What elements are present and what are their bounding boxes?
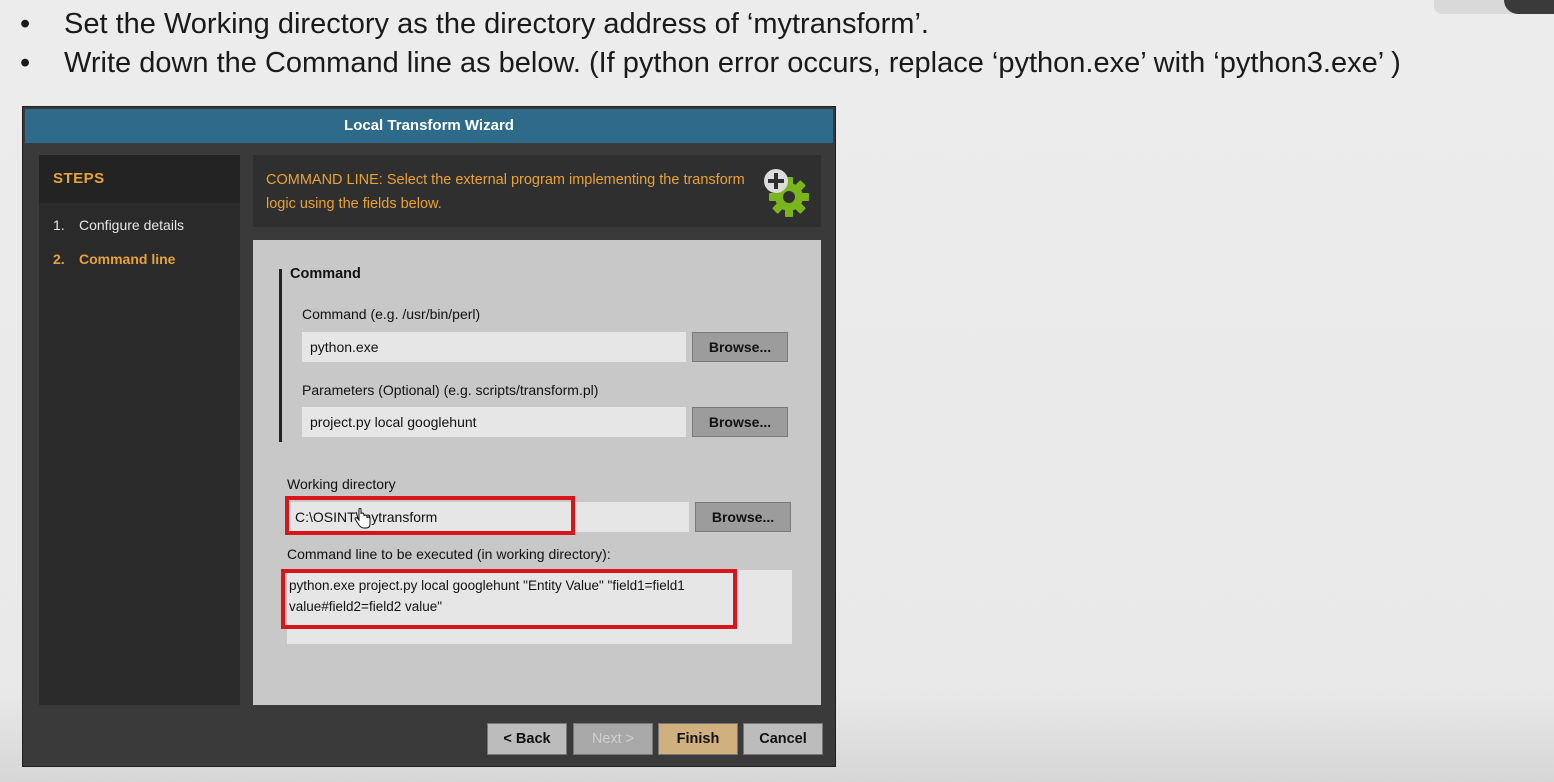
command-label: Command (e.g. /usr/bin/perl) [302, 306, 481, 322]
bullet-1: • Set the Working directory as the direc… [20, 6, 1554, 45]
command-input[interactable]: python.exe [302, 332, 686, 362]
header-description: COMMAND LINE: Select the external progra… [266, 172, 745, 212]
step-number: 1. [53, 217, 65, 233]
step-number: 2. [53, 251, 65, 267]
back-button[interactable]: < Back [487, 723, 567, 755]
step-command-line[interactable]: 2. Command line [53, 251, 175, 267]
parameters-browse-button[interactable]: Browse... [692, 407, 788, 437]
local-transform-wizard: Local Transform Wizard STEPS 1. Configure… [22, 106, 836, 767]
exec-command-label: Command line to be executed (in working … [287, 546, 611, 562]
command-browse-button[interactable]: Browse... [692, 332, 788, 362]
slide-bullets: • Set the Working directory as the direc… [20, 6, 1554, 84]
hand-cursor-icon [353, 507, 373, 530]
command-panel: Command Command (e.g. /usr/bin/perl) pyt… [253, 240, 821, 705]
parameters-label: Parameters (Optional) (e.g. scripts/tran… [302, 382, 599, 398]
command-line-header: COMMAND LINE: Select the external progra… [253, 155, 821, 227]
bullet-text: Set the Working directory as the directo… [64, 8, 929, 40]
step-configure-details[interactable]: 1. Configure details [53, 217, 184, 233]
command-group: Command Command (e.g. /usr/bin/perl) pyt… [279, 266, 802, 442]
bullet-2: • Write down the Command line as below. … [20, 45, 1554, 84]
wizard-title: Local Transform Wizard [25, 109, 833, 143]
steps-sidebar: STEPS 1. Configure details 2. Command line [39, 155, 240, 705]
exec-command-output[interactable]: python.exe project.py local googlehunt "… [287, 570, 792, 644]
add-gear-icon [759, 165, 815, 221]
step-label: Command line [79, 251, 176, 267]
finish-button[interactable]: Finish [658, 723, 738, 755]
working-directory-browse-button[interactable]: Browse... [695, 502, 791, 532]
working-directory-label: Working directory [287, 476, 396, 492]
bullet-text: Write down the Command line as below. (I… [64, 47, 1401, 79]
step-label: Configure details [79, 217, 185, 233]
command-group-title: Command [290, 266, 361, 282]
bullet-dot: • [20, 47, 31, 79]
bullet-dot: • [20, 8, 31, 40]
next-button[interactable]: Next > [573, 723, 653, 755]
parameters-input[interactable]: project.py local googlehunt [302, 407, 686, 437]
steps-title: STEPS [39, 155, 240, 203]
cancel-button[interactable]: Cancel [743, 723, 823, 755]
working-directory-input[interactable]: C:\OSINT\mytransform [287, 502, 689, 532]
